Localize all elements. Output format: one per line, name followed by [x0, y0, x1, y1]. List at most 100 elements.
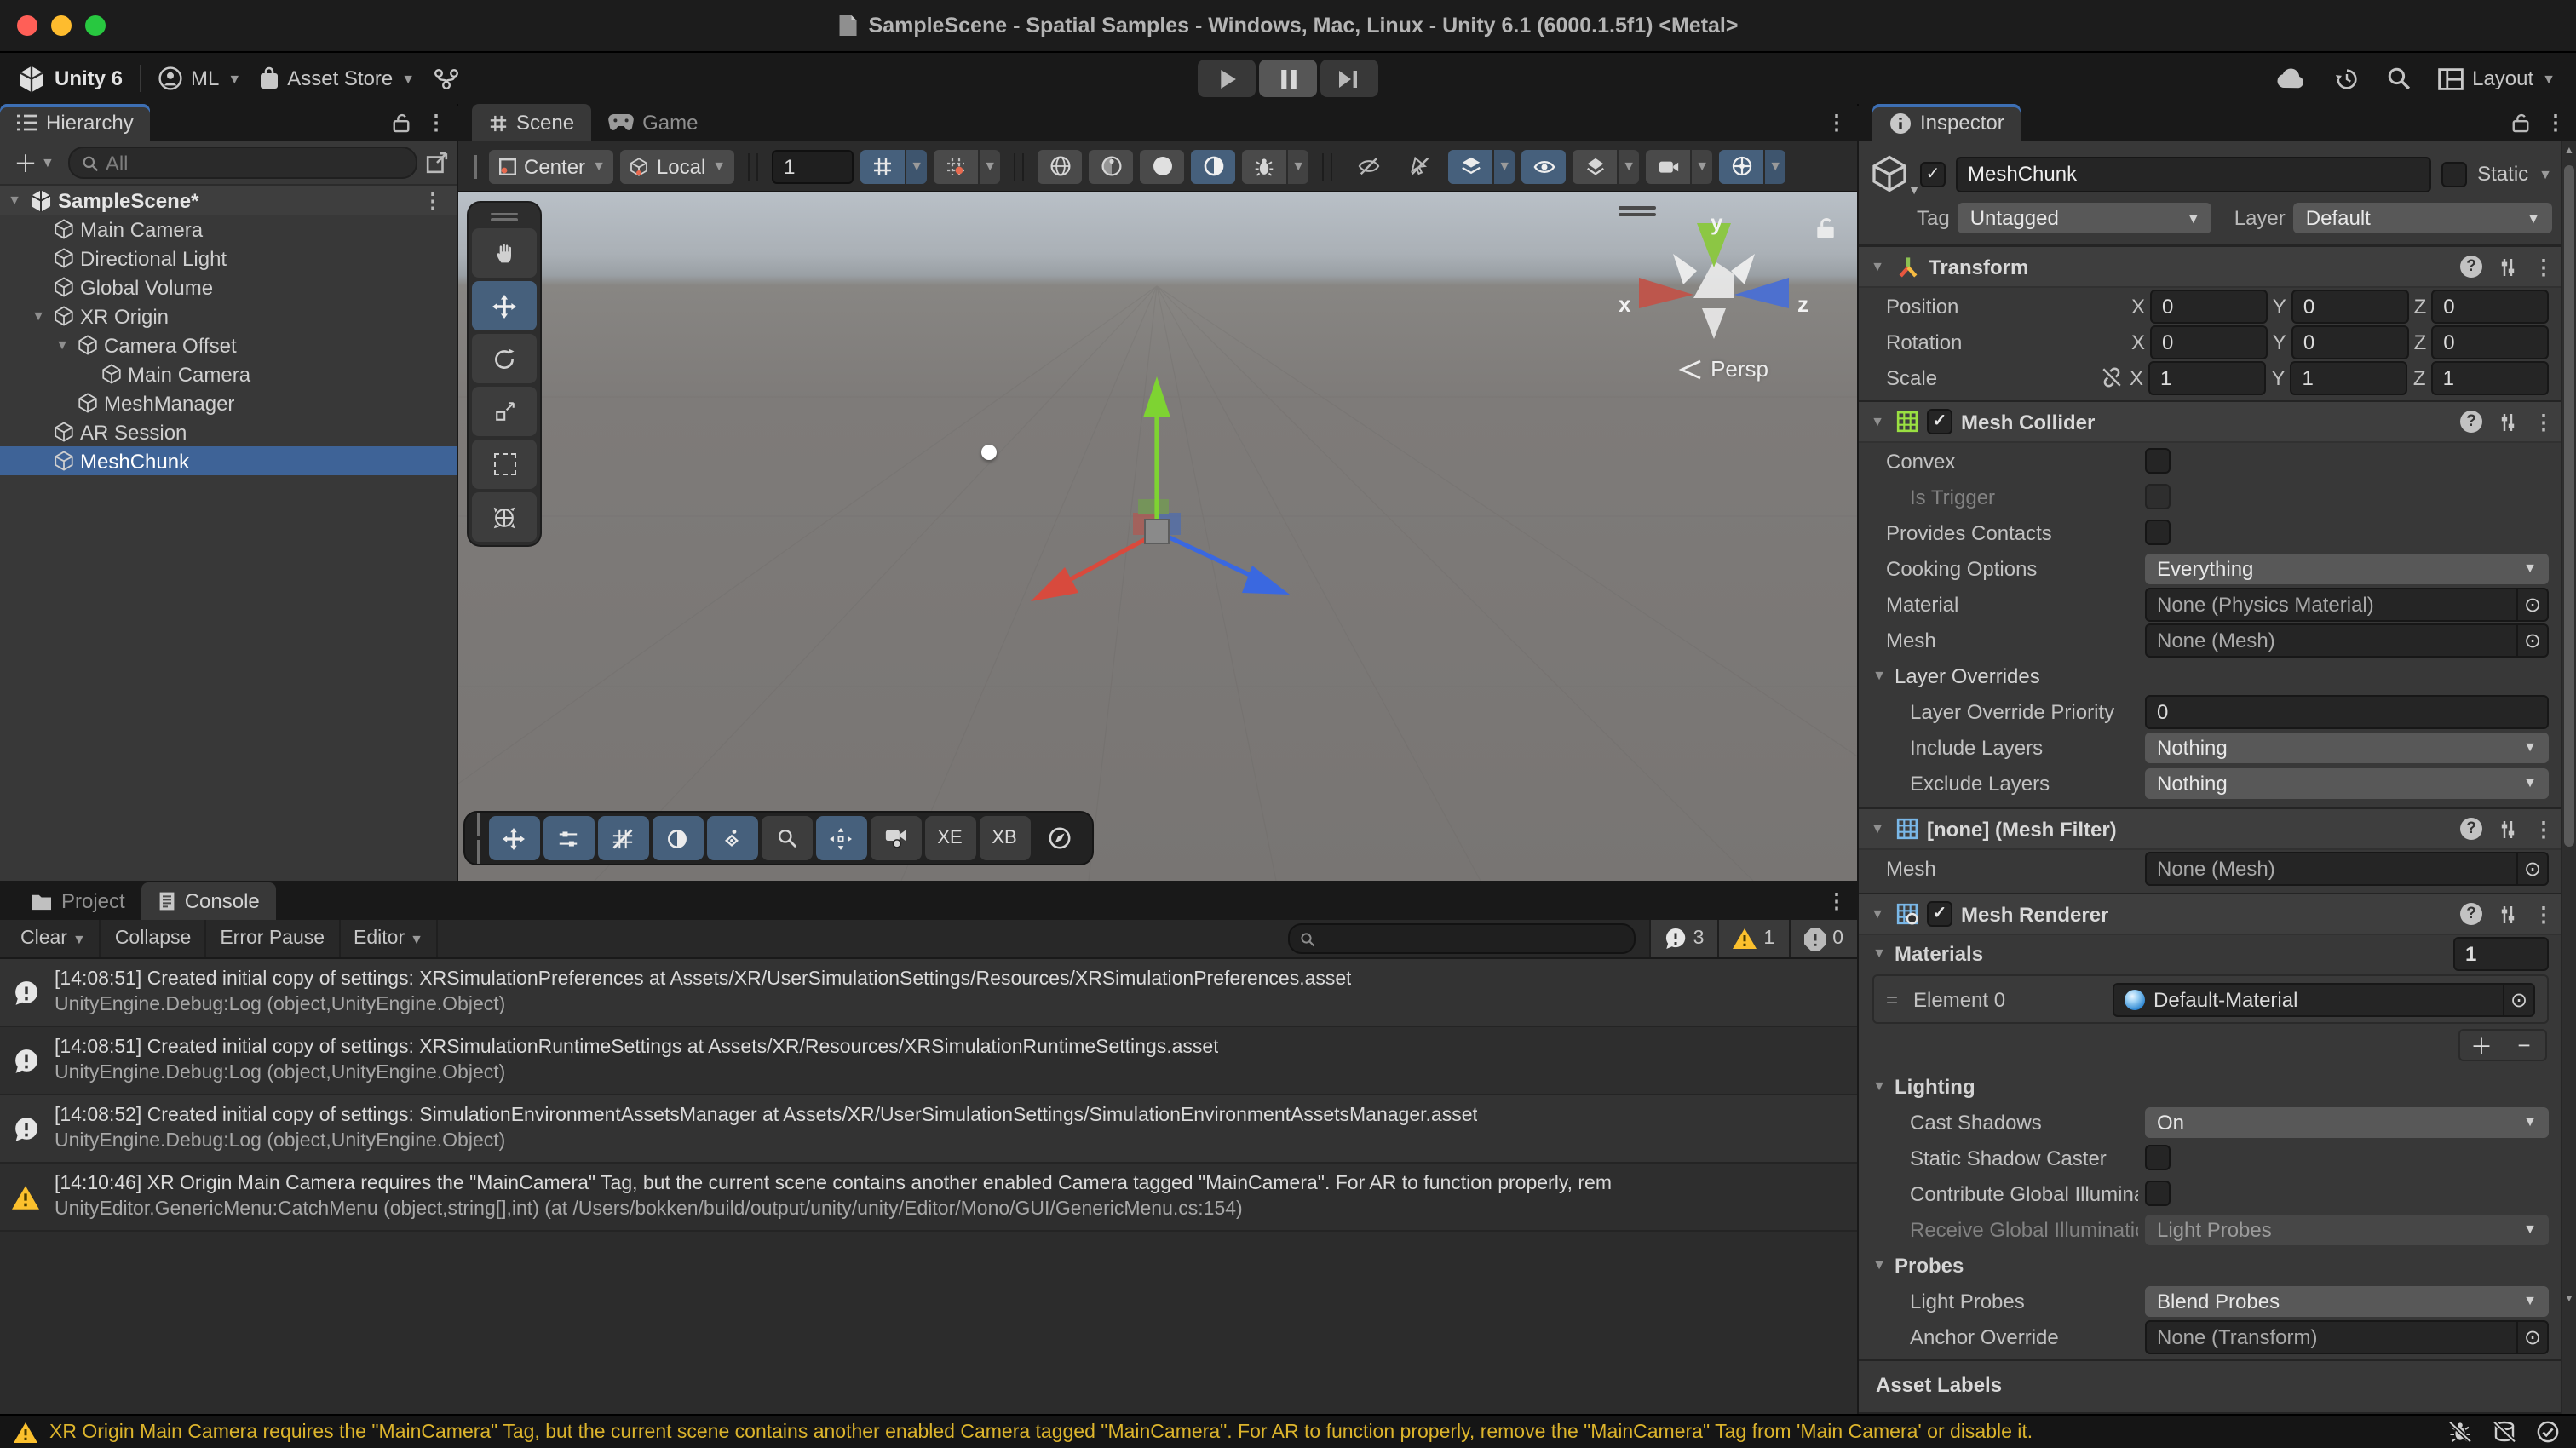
tool-handle-pivot-dropdown[interactable]: Center ▼ [488, 149, 614, 183]
chevron-down-icon[interactable]: ▼ [980, 149, 1000, 183]
hierarchy-item-meshmanager[interactable]: MeshManager [0, 388, 457, 417]
light-probes-dropdown[interactable]: Blend Probes▼ [2145, 1285, 2549, 1316]
add-object-button[interactable]: ＋▼ [9, 146, 60, 180]
move-tool-button[interactable] [472, 281, 537, 330]
warning-count-badge[interactable]: 1 [1717, 920, 1788, 957]
object-picker-icon[interactable]: ⊙ [2516, 853, 2547, 883]
scene-audio-button[interactable] [1140, 149, 1184, 183]
foldout-icon[interactable]: ▼ [1867, 821, 1888, 836]
chevron-down-icon[interactable]: ▼ [1619, 149, 1639, 183]
drag-handle-icon[interactable]: = [1886, 987, 1898, 1011]
overlay-drag-handle[interactable] [472, 208, 537, 225]
search-icon[interactable] [2387, 66, 2411, 90]
lock-icon[interactable] [392, 112, 411, 133]
component-enabled-checkbox[interactable] [1927, 901, 1952, 927]
expander-icon[interactable]: ▼ [53, 337, 72, 353]
collapse-button[interactable]: Collapse [101, 920, 207, 957]
version-control-button[interactable] [432, 67, 459, 89]
tab-hierarchy[interactable]: Hierarchy [0, 104, 151, 141]
hierarchy-item-main-camera[interactable]: Main Camera [0, 359, 457, 388]
object-picker-icon[interactable]: ⊙ [2503, 984, 2533, 1014]
console-message[interactable]: [14:08:52] Created initial copy of setti… [0, 1095, 1857, 1164]
rotate-tool-button[interactable] [472, 334, 537, 383]
object-picker-icon[interactable]: ⊙ [2516, 1321, 2547, 1352]
foldout-icon[interactable]: ▼ [1867, 906, 1888, 922]
exclude-layers-dropdown[interactable]: Nothing▼ [2145, 767, 2549, 798]
scene-visibility-eye-button[interactable] [1521, 149, 1566, 183]
static-shadow-caster-checkbox[interactable] [2145, 1145, 2171, 1170]
tab-project[interactable]: Project [14, 882, 142, 920]
material-object-field[interactable]: Default-Material ⊙ [2113, 982, 2535, 1016]
overlay-drag-handle[interactable] [477, 813, 480, 864]
snap-increment-button[interactable] [934, 149, 978, 183]
hierarchy-item-directional-light[interactable]: Directional Light [0, 244, 457, 273]
kebab-menu-icon[interactable]: ⋮ [2533, 817, 2554, 841]
preset-icon[interactable] [2498, 256, 2518, 277]
cast-shadows-dropdown[interactable]: On▼ [2145, 1106, 2549, 1137]
kebab-menu-icon[interactable]: ⋮ [1826, 889, 1847, 913]
static-flags-dropdown[interactable]: ▼ [2539, 166, 2552, 181]
kebab-menu-icon[interactable]: ⋮ [1826, 111, 1847, 135]
move-gizmo[interactable] [969, 356, 1327, 654]
hierarchy-item-xr-origin[interactable]: ▼XR Origin [0, 302, 457, 330]
lock-icon[interactable] [1814, 216, 1837, 240]
add-material-button[interactable]: ＋ [2460, 1031, 2503, 1060]
cache-disabled-icon[interactable] [2493, 1421, 2516, 1443]
console-message[interactable]: [14:08:51] Created initial copy of setti… [0, 959, 1857, 1027]
grid-off-button[interactable] [597, 816, 648, 860]
constrain-proportions-icon[interactable] [2101, 366, 2123, 388]
hierarchy-item-global-volume[interactable]: Global Volume [0, 273, 457, 302]
layer-override-priority-field[interactable]: 0 [2145, 694, 2549, 728]
tab-inspector[interactable]: Inspector [1872, 104, 2021, 141]
scrollbar-thumb[interactable] [2564, 165, 2574, 847]
inspector-scrollbar[interactable]: ▲ ▼ [2561, 141, 2576, 1414]
chevron-down-icon[interactable]: ▼ [1288, 149, 1308, 183]
status-bar[interactable]: XR Origin Main Camera requires the "Main… [0, 1414, 2576, 1448]
static-checkbox[interactable] [2441, 161, 2467, 187]
console-search-input[interactable] [1288, 923, 1636, 954]
include-layers-dropdown[interactable]: Nothing▼ [2145, 732, 2549, 762]
hierarchy-item-camera-offset[interactable]: ▼Camera Offset [0, 330, 457, 359]
preset-icon[interactable] [2498, 411, 2518, 432]
mesh-renderer-header[interactable]: ▼ Mesh Renderer ? ⋮ [1859, 893, 2562, 935]
gameobject-name-field[interactable]: MeshChunk [1956, 156, 2431, 192]
provides-contacts-checkbox[interactable] [2145, 520, 2171, 545]
tab-console[interactable]: Console [142, 882, 277, 920]
error-pause-button[interactable]: Error Pause [206, 920, 340, 957]
convex-checkbox[interactable] [2145, 448, 2171, 474]
chevron-down-icon[interactable]: ▼ [1692, 149, 1712, 183]
materials-size-field[interactable]: 1 [2453, 936, 2549, 970]
layer-overrides-foldout[interactable]: ▼Layer Overrides [1859, 658, 2562, 693]
scene-camera-button[interactable] [1646, 149, 1690, 183]
play-button[interactable] [1198, 60, 1256, 97]
object-picker-icon[interactable]: ⊙ [2516, 624, 2547, 655]
preset-icon[interactable] [2498, 819, 2518, 839]
position-z-field[interactable]: 0 [2431, 289, 2549, 323]
tab-game[interactable]: Game [591, 104, 715, 141]
collider-mesh-object-field[interactable]: None (Mesh)⊙ [2145, 623, 2549, 657]
anchor-override-object-field[interactable]: None (Transform)⊙ [2145, 1319, 2549, 1353]
view-hand-tool-button[interactable] [472, 228, 537, 278]
mesh-filter-header[interactable]: ▼ [none] (Mesh Filter) ? ⋮ [1859, 807, 2562, 850]
physics-material-object-field[interactable]: None (Physics Material)⊙ [2145, 587, 2549, 621]
hierarchy-item-samplescene-[interactable]: ▼SampleScene*⋮ [0, 186, 457, 215]
zoom-window-button[interactable] [85, 15, 106, 36]
compass-button[interactable] [1033, 816, 1084, 860]
tab-scene[interactable]: Scene [472, 104, 591, 141]
hierarchy-item-main-camera[interactable]: Main Camera [0, 215, 457, 244]
gizmos-button[interactable] [1719, 149, 1763, 183]
grid-snapping-button[interactable] [860, 149, 905, 183]
cooking-options-dropdown[interactable]: Everything▼ [2145, 553, 2549, 583]
tag-dropdown[interactable]: Untagged▼ [1958, 203, 2212, 233]
minimize-window-button[interactable] [51, 15, 72, 36]
scroll-up-icon[interactable]: ▲ [2562, 147, 2576, 157]
expander-icon[interactable]: ▼ [5, 192, 24, 208]
hierarchy-search-input[interactable]: All [68, 147, 417, 179]
chevron-down-icon[interactable]: ▼ [1494, 149, 1515, 183]
kebab-menu-icon[interactable]: ⋮ [2545, 111, 2566, 135]
error-count-badge[interactable]: 0 [1788, 920, 1857, 957]
component-enabled-checkbox[interactable] [1927, 409, 1952, 434]
center-pivot-overlay-button[interactable] [815, 816, 866, 860]
scene-picking-button[interactable] [1397, 149, 1441, 183]
hierarchy-item-ar-session[interactable]: AR Session [0, 417, 457, 446]
